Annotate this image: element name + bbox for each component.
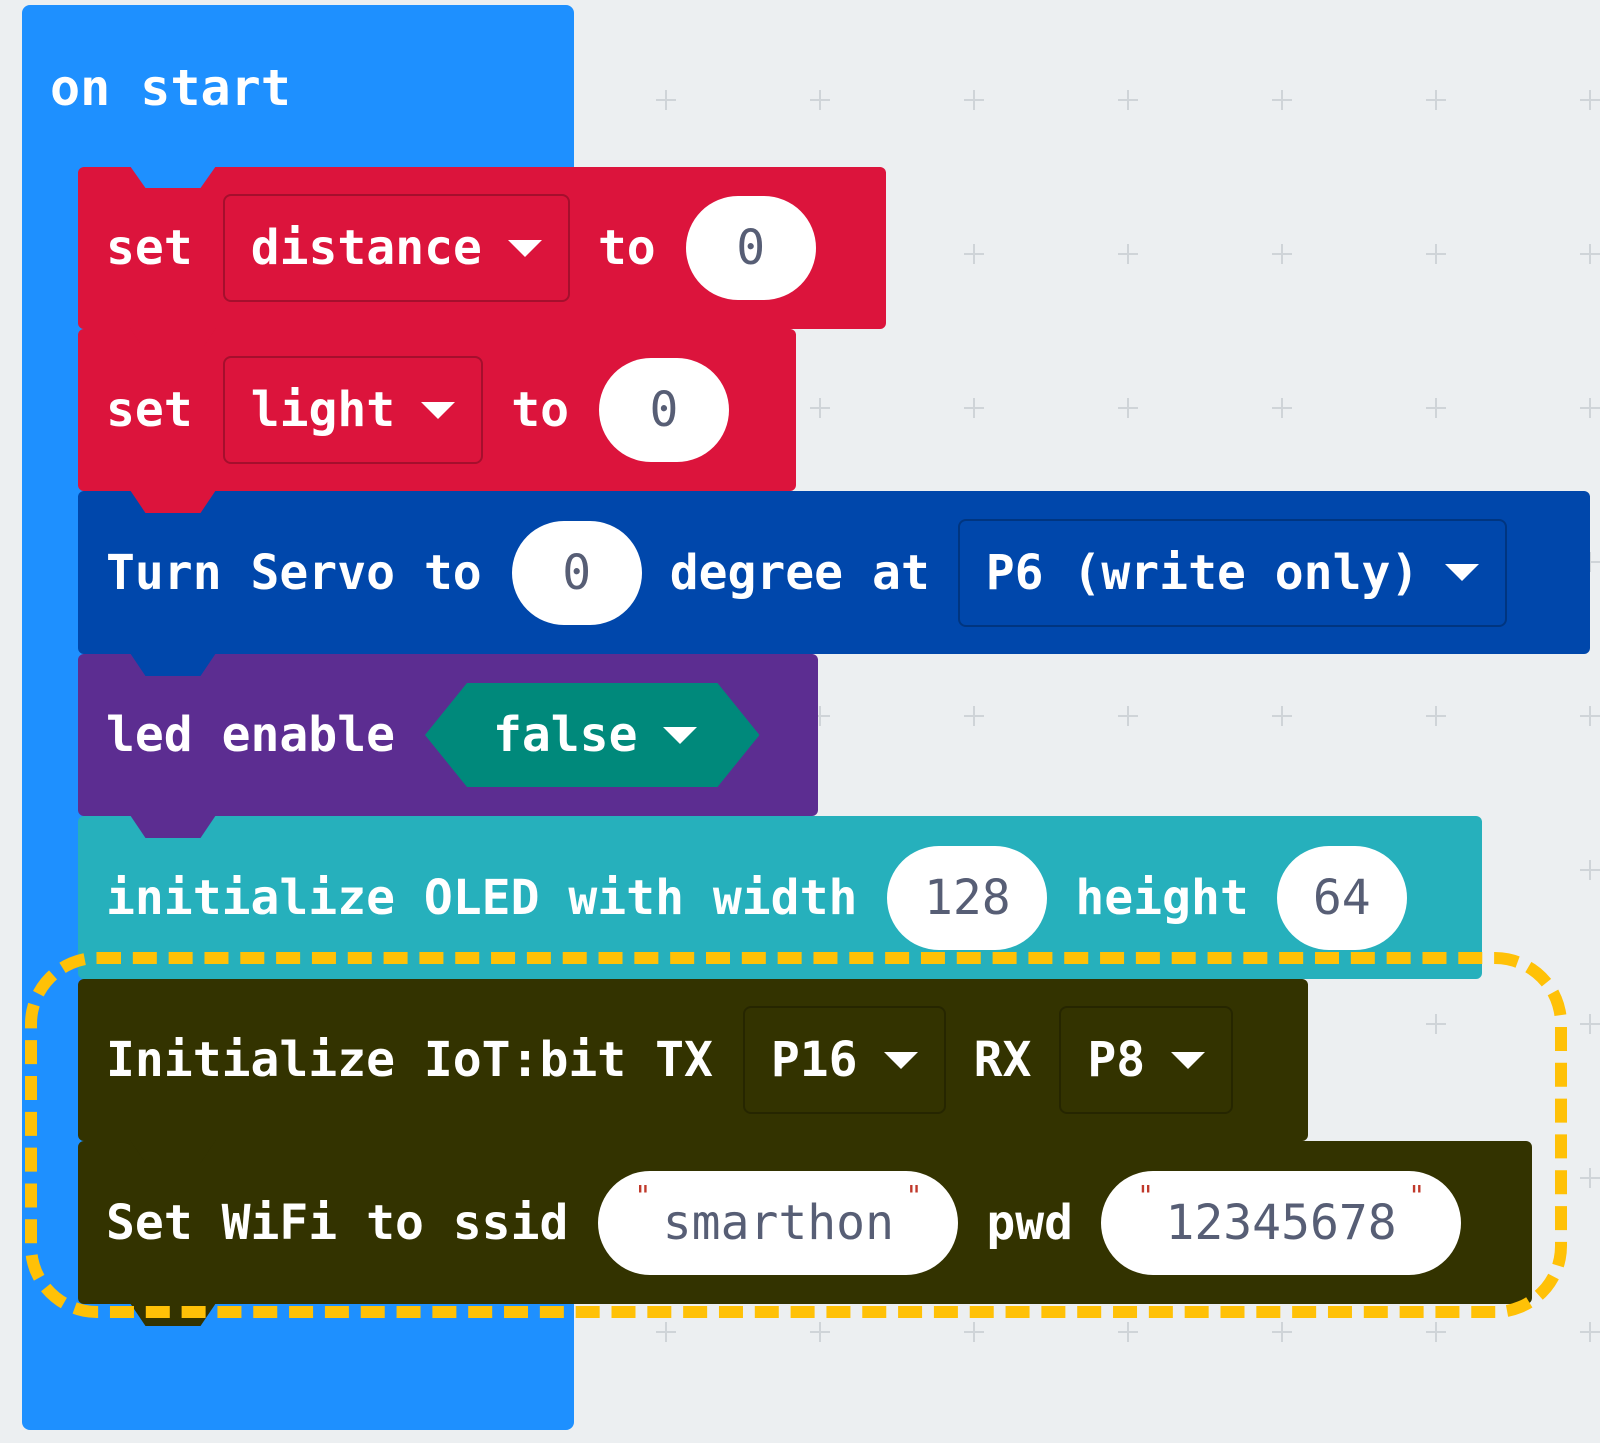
servo-label: Turn Servo to [106, 544, 482, 601]
value-input-light[interactable]: 0 [599, 358, 729, 462]
set-distance-block[interactable]: set distance to 0 [78, 166, 886, 351]
boolean-dropdown[interactable]: false [425, 683, 760, 787]
servo-pin-value: P6 (write only) [985, 544, 1420, 601]
oled-width-input[interactable]: 128 [887, 845, 1048, 950]
led-enable-label: led enable [106, 707, 395, 763]
highlight-box [25, 952, 1567, 1318]
to-keyword: to [511, 382, 569, 438]
turn-servo-block[interactable]: Turn Servo to 0 degree at P6 (write only… [78, 491, 1590, 676]
oled-height-input[interactable]: 64 [1276, 845, 1407, 950]
boolean-value: false [492, 707, 638, 763]
set-keyword: set [106, 220, 193, 276]
on-start-label: on start [50, 59, 291, 117]
oled-label: initialize OLED with width [106, 869, 858, 926]
set-keyword: set [106, 382, 193, 438]
variable-name: distance [250, 220, 482, 276]
variable-dropdown-distance[interactable]: distance [222, 194, 570, 302]
caret-down-icon [507, 239, 542, 257]
led-enable-block[interactable]: led enable false [78, 654, 818, 838]
caret-down-icon [663, 727, 697, 744]
variable-dropdown-light[interactable]: light [222, 356, 484, 464]
servo-degree-input[interactable]: 0 [511, 520, 642, 625]
set-light-block[interactable]: set light to 0 [78, 329, 796, 513]
height-label: height [1075, 869, 1249, 926]
degree-at-label: degree at [669, 544, 930, 601]
variable-name: light [250, 382, 396, 438]
caret-down-icon [1445, 564, 1480, 581]
caret-down-icon [421, 401, 456, 419]
to-keyword: to [597, 220, 656, 276]
servo-pin-dropdown[interactable]: P6 (write only) [957, 518, 1508, 627]
value-input-distance[interactable]: 0 [685, 196, 816, 300]
